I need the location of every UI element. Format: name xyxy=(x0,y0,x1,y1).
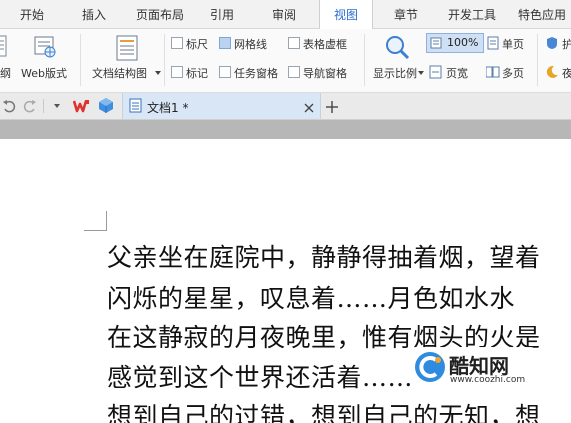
menu-bar: 开始 插入 页面布局 引用 审阅 视图 章节 开发工具 特色应用 xyxy=(0,0,571,29)
eye-protection-label[interactable]: 护 xyxy=(562,36,571,52)
gridlines-checkbox[interactable] xyxy=(219,37,231,49)
tab-page-layout[interactable]: 页面布局 xyxy=(128,0,192,28)
eye-protection-icon[interactable] xyxy=(545,35,559,49)
gridlines-label: 网格线 xyxy=(234,38,267,51)
document-map-icon[interactable] xyxy=(115,35,139,61)
web-layout-button[interactable]: Web版式 xyxy=(21,65,67,81)
marks-label: 标记 xyxy=(186,67,208,80)
site-watermark: 酷知网 www.coozhi.com xyxy=(411,347,535,393)
document-icon xyxy=(129,98,142,113)
document-text-line[interactable]: 感觉到这个世界还活着…… xyxy=(107,358,413,394)
watermark-logo-icon xyxy=(414,351,446,383)
undo-icon[interactable] xyxy=(2,98,16,114)
close-tab-icon[interactable] xyxy=(303,99,315,113)
zoom-100-button[interactable]: 100% xyxy=(426,33,484,53)
quick-access-dropdown-icon[interactable] xyxy=(54,104,60,108)
view-ribbon: 纲 Web版式 文档结构图 标尺 网格线 表格虚框 标记 任务窗格 导航窗格 显… xyxy=(0,29,571,93)
tab-chapter[interactable]: 章节 xyxy=(382,0,430,28)
document-text-line[interactable]: 父亲坐在庭院中，静静得抽着烟，望着 xyxy=(107,238,541,274)
wps-logo-icon[interactable] xyxy=(72,98,90,114)
multi-page-icon[interactable] xyxy=(485,64,500,78)
nav-pane-label: 导航窗格 xyxy=(303,67,347,80)
ribbon-separator xyxy=(537,34,538,86)
multi-page-button[interactable]: 多页 xyxy=(502,65,524,81)
page-margin-corner-mark xyxy=(84,230,107,231)
toolbar-separator xyxy=(43,99,44,113)
zoom-magnifier-icon[interactable] xyxy=(384,34,410,60)
chevron-down-icon[interactable] xyxy=(418,71,424,75)
outline-view-icon[interactable] xyxy=(0,35,8,57)
watermark-url: www.coozhi.com xyxy=(450,375,526,385)
tab-references[interactable]: 引用 xyxy=(198,0,246,28)
page-width-icon[interactable] xyxy=(429,64,443,79)
ribbon-separator xyxy=(80,34,81,86)
cloud-doc-cube-icon[interactable] xyxy=(98,97,114,114)
page-width-button[interactable]: 页宽 xyxy=(446,65,468,81)
outline-view-label[interactable]: 纲 xyxy=(0,65,11,81)
document-text-line[interactable]: 想到自己的过错，想到自己的无知，想 xyxy=(107,397,541,423)
workspace-background xyxy=(0,120,571,139)
tab-developer-tools[interactable]: 开发工具 xyxy=(442,0,502,28)
ribbon-separator xyxy=(164,34,165,86)
document-text-line[interactable]: 闪烁的星星，叹息着……月色如水水 xyxy=(107,279,515,315)
tab-home[interactable]: 开始 xyxy=(8,0,56,28)
night-mode-label[interactable]: 夜 xyxy=(562,65,571,81)
tab-insert[interactable]: 插入 xyxy=(70,0,118,28)
document-tab-label: 文档1 * xyxy=(147,101,189,115)
ruler-checkbox[interactable] xyxy=(171,37,183,49)
document-tab[interactable]: 文档1 * xyxy=(122,93,321,119)
document-tab-bar: 文档1 * xyxy=(0,93,571,120)
ribbon-separator xyxy=(364,34,365,86)
table-gridlines-label: 表格虚框 xyxy=(303,38,347,51)
page-margin-corner-mark xyxy=(106,211,107,231)
ruler-label: 标尺 xyxy=(186,38,208,51)
nav-pane-checkbox[interactable] xyxy=(288,66,300,78)
zoom-value: 100% xyxy=(447,36,479,49)
web-layout-icon[interactable] xyxy=(33,35,57,59)
night-mode-icon[interactable] xyxy=(545,64,559,78)
zoom-button[interactable]: 显示比例 xyxy=(373,65,417,81)
tab-special-apps[interactable]: 特色应用 xyxy=(512,0,571,28)
redo-icon[interactable] xyxy=(23,98,37,114)
document-map-button[interactable]: 文档结构图 xyxy=(92,65,147,81)
tab-view[interactable]: 视图 xyxy=(319,0,373,29)
chevron-down-icon[interactable] xyxy=(155,71,161,75)
task-pane-checkbox[interactable] xyxy=(219,66,231,78)
wps-writer-window: 开始 插入 页面布局 引用 审阅 视图 章节 开发工具 特色应用 纲 Web版式… xyxy=(0,0,571,423)
single-page-button[interactable]: 单页 xyxy=(502,36,524,52)
marks-checkbox[interactable] xyxy=(171,66,183,78)
single-page-icon[interactable] xyxy=(486,35,500,50)
table-gridlines-checkbox[interactable] xyxy=(288,37,300,49)
tab-review[interactable]: 审阅 xyxy=(260,0,308,28)
new-tab-plus-icon[interactable] xyxy=(325,99,339,113)
task-pane-label: 任务窗格 xyxy=(234,67,278,80)
